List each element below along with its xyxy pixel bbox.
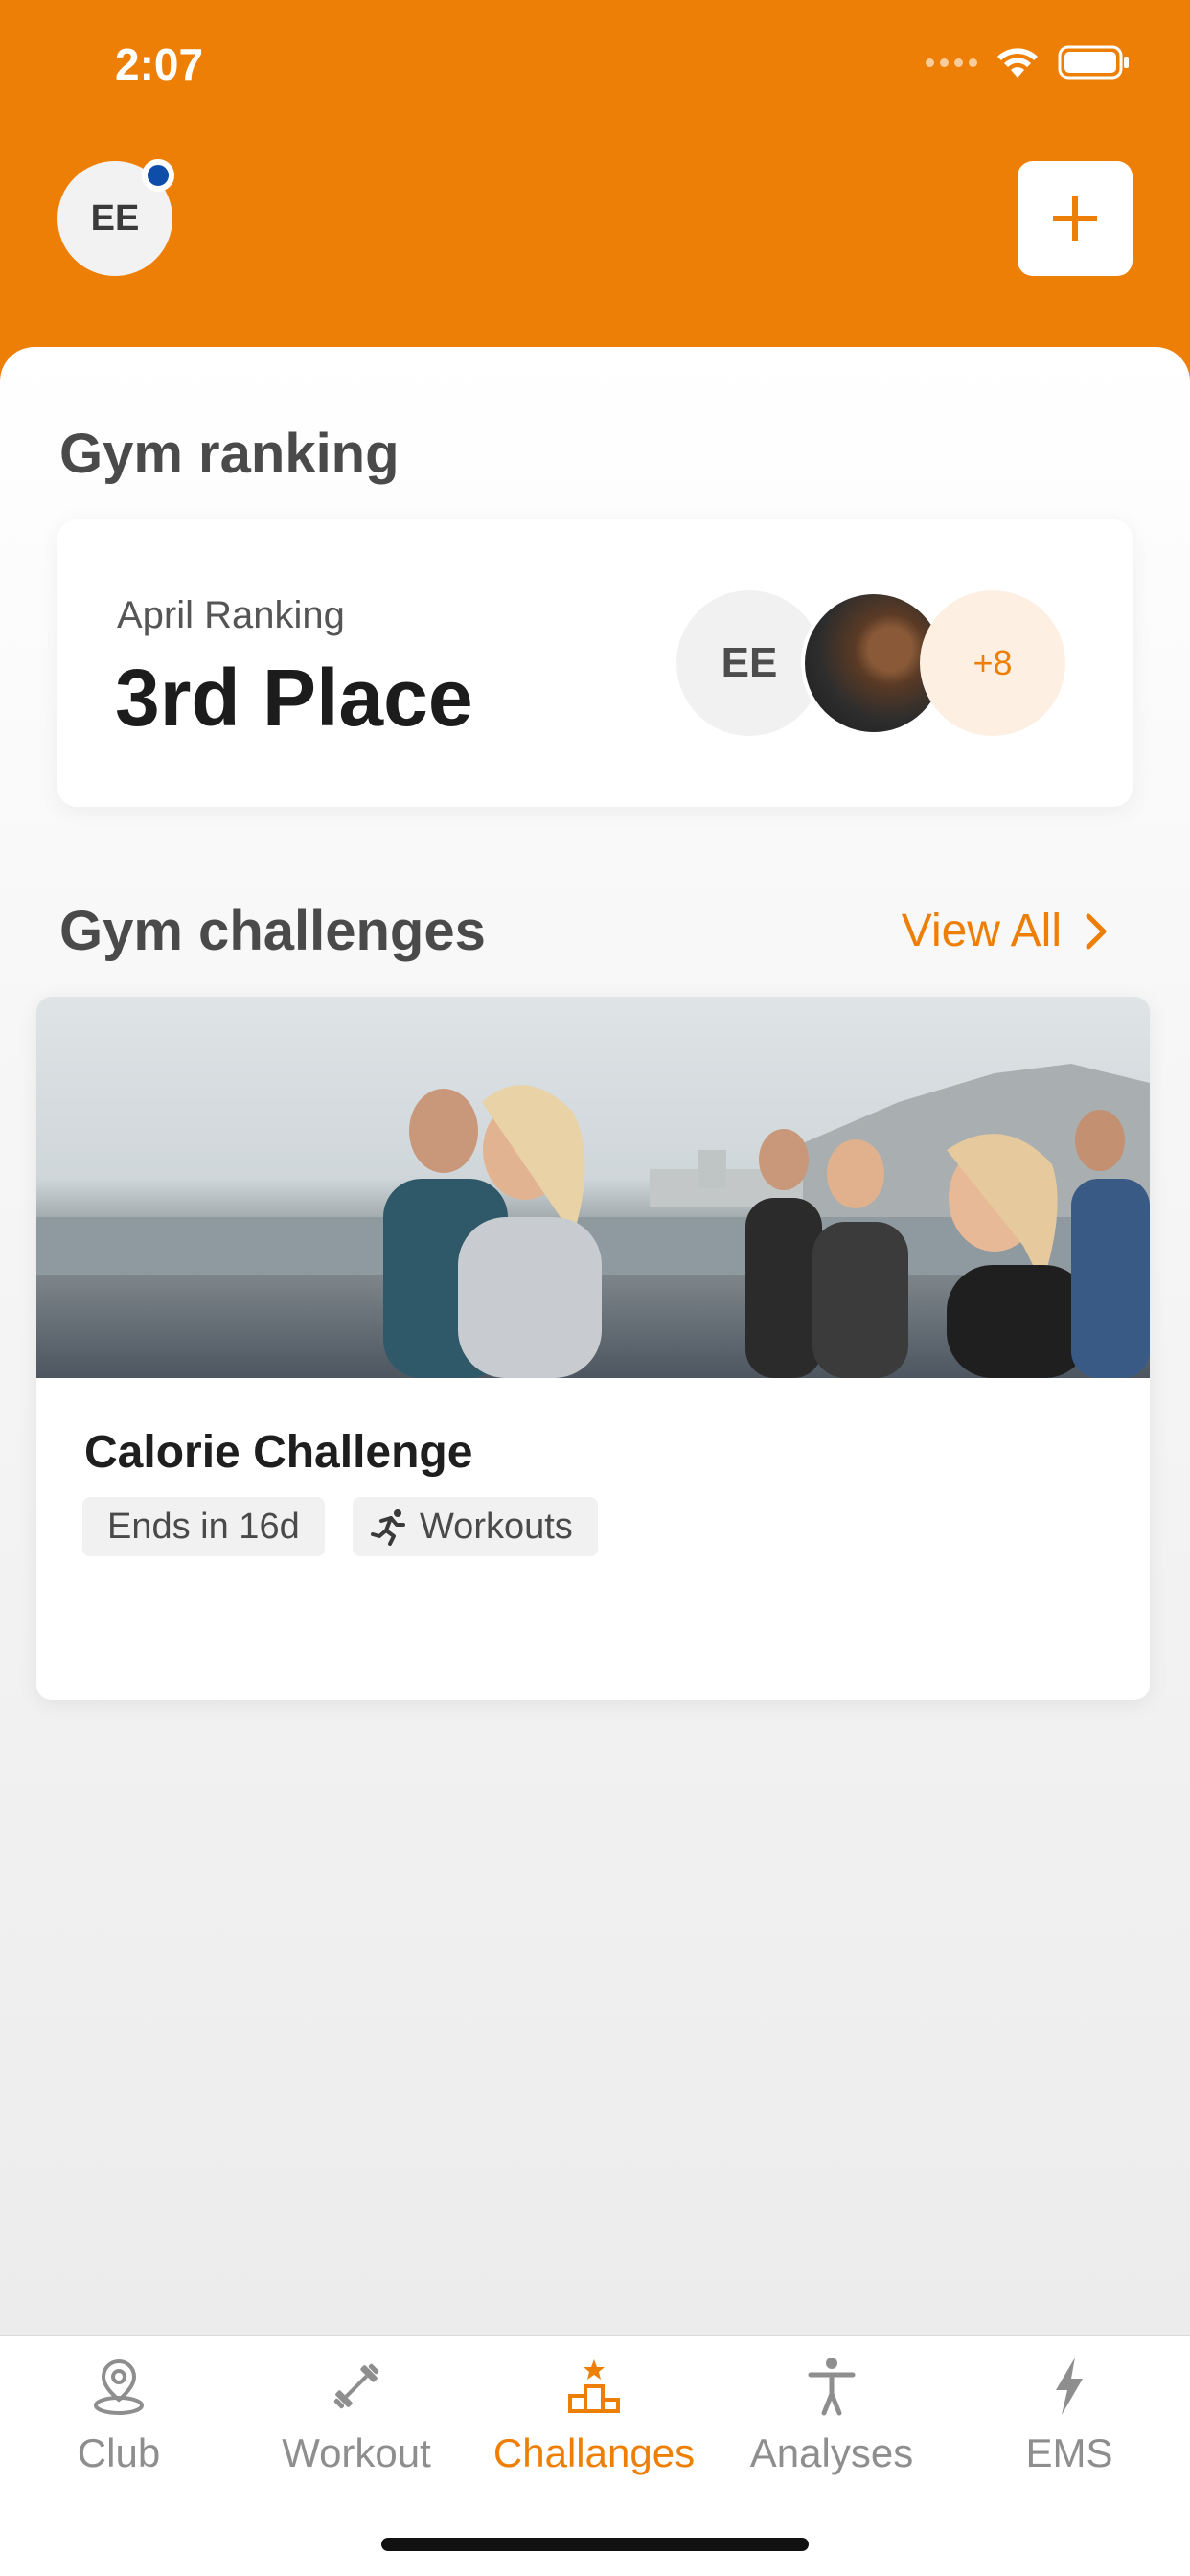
ranking-subtitle: April Ranking <box>117 594 345 636</box>
challenge-image <box>36 997 1150 1378</box>
ranking-card[interactable]: April Ranking 3rd Place EE +8 <box>57 519 1133 807</box>
notification-dot <box>142 159 174 192</box>
home-indicator <box>381 2538 809 2551</box>
app-header: EE <box>0 153 1190 278</box>
ranking-avatar-more: +8 <box>920 590 1065 736</box>
tab-club[interactable]: Club <box>0 2356 238 2490</box>
tab-club-label: Club <box>77 2430 161 2475</box>
gym-ranking-title: Gym ranking <box>59 423 400 485</box>
status-bar: 2:07 <box>0 0 1190 134</box>
podium-star-icon <box>568 2359 620 2413</box>
location-pin-icon <box>94 2358 144 2415</box>
battery-icon <box>1058 45 1129 80</box>
tab-challanges-label: Challanges <box>492 2430 696 2475</box>
challenge-ends-chip: Ends in 16d <box>82 1497 325 1556</box>
dumbbell-icon <box>333 2363 379 2409</box>
chevron-right-icon <box>1086 913 1107 949</box>
tab-ems[interactable]: EMS <box>950 2356 1188 2490</box>
challenge-title: Calorie Challenge <box>84 1427 473 1478</box>
challenge-card[interactable]: Calorie Challenge Ends in 16d Workouts <box>36 997 1150 1700</box>
tab-analyses[interactable]: Analyses <box>713 2356 950 2490</box>
tab-challanges[interactable]: Challanges <box>475 2356 713 2490</box>
challenge-ends-label: Ends in 16d <box>107 1506 300 1547</box>
view-all-link[interactable]: View All <box>902 905 1110 957</box>
status-icons <box>926 44 1131 80</box>
running-icon <box>371 1509 405 1546</box>
cellular-signal-icon <box>926 58 977 67</box>
wifi-icon <box>997 48 1038 78</box>
ranking-more-count: +8 <box>973 643 1013 682</box>
ranking-avatars: EE +8 <box>676 590 1079 736</box>
challenge-category-chip: Workouts <box>353 1497 598 1556</box>
lightning-icon <box>1056 2358 1083 2415</box>
view-all-label: View All <box>901 906 1062 956</box>
tab-analyses-label: Analyses <box>749 2430 914 2475</box>
ranking-avatar-initials-text: EE <box>721 639 778 686</box>
gym-challenges-title: Gym challenges <box>59 900 486 962</box>
person-icon <box>808 2358 856 2416</box>
status-time: 2:07 <box>115 39 204 89</box>
tab-workout[interactable]: Workout <box>238 2356 475 2490</box>
tab-ems-label: EMS <box>1025 2430 1113 2475</box>
ranking-place: 3rd Place <box>115 653 473 743</box>
profile-initials: EE <box>90 197 140 239</box>
add-button[interactable] <box>1018 161 1133 276</box>
tab-workout-label: Workout <box>282 2430 431 2475</box>
challenge-category-label: Workouts <box>420 1506 573 1547</box>
plus-icon <box>1053 196 1097 241</box>
